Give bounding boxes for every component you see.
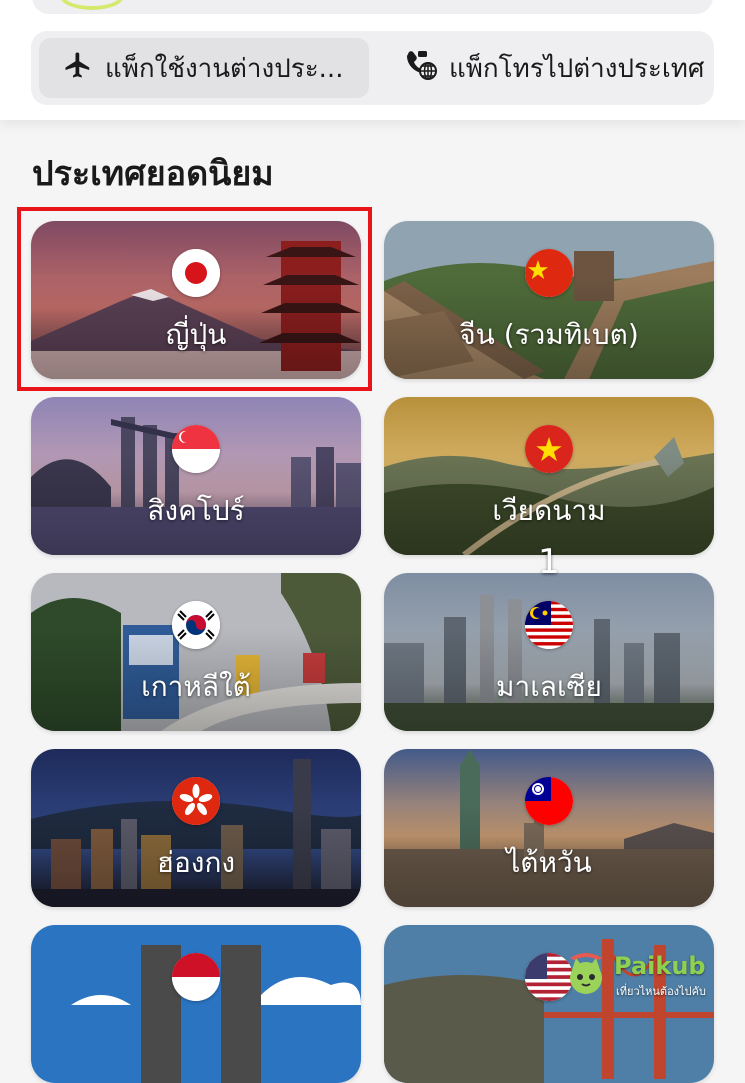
country-card-china[interactable]: จีน (รวมทิเบต) [384,221,714,379]
country-card-korea[interactable]: เกาหลีใต้ [31,573,361,731]
watermark-tagline: เที่ยวไหนต้องไปคับ [616,985,706,998]
country-name: จีน (รวมทิเบต) [459,318,639,351]
country-card-indonesia[interactable] [31,925,361,1083]
country-name: ไต้หวัน [506,846,592,879]
hk-flag-icon [172,777,220,825]
my-flag-icon [525,601,573,649]
tab-call-pack[interactable]: แพ็กโทรไปต่างประเทศ [377,38,707,98]
country-name: สิงคโปร์ [147,494,245,527]
step-marker: 1 [538,542,560,582]
search-bar-remnant[interactable] [32,0,713,14]
tab-travel-label: แพ็กใช้งานต่างประ... [105,53,344,84]
cat-logo-icon [570,953,602,994]
country-name: เวียดนาม [492,494,606,527]
country-card-taiwan[interactable]: ไต้หวัน [384,749,714,907]
country-card-malaysia[interactable]: มาเลเซีย [384,573,714,731]
section-title: ประเทศยอดนิยม [32,154,274,194]
country-name: เกาหลีใต้ [141,670,251,703]
country-name: มาเลเซีย [496,670,602,703]
country-card-hongkong[interactable]: ฮ่องกง [31,749,361,907]
tab-call-label: แพ็กโทรไปต่างประเทศ [449,53,705,84]
sg-flag-icon [172,425,220,473]
tab-travel-pack[interactable]: แพ็กใช้งานต่างประ... [39,38,369,98]
top-panel: แพ็กใช้งานต่างประ... แพ็กโทรไปต่างประเทศ [0,0,745,120]
airplane-icon [63,50,93,87]
jp-flag-icon [172,249,220,297]
country-name: ญี่ปุ่น [165,318,227,351]
country-card-singapore[interactable]: สิงคโปร์ [31,397,361,555]
id-flag-icon [172,953,220,1001]
vn-flag-icon [525,425,573,473]
country-card-japan[interactable]: ญี่ปุ่น [31,221,361,379]
watermark-brand: Paikub [614,952,706,980]
paikub-watermark: Paikub เที่ยวไหนต้องไปคับ [562,944,732,1004]
country-card-vietnam[interactable]: เวียดนาม [384,397,714,555]
tw-flag-icon [525,777,573,825]
country-name: ฮ่องกง [156,846,236,879]
pack-type-segmented-control: แพ็กใช้งานต่างประ... แพ็กโทรไปต่างประเทศ [31,31,714,105]
phone-globe-icon [403,49,437,88]
kr-flag-icon [172,601,220,649]
cn-flag-icon [525,249,573,297]
indonesia-scenery [31,925,361,1083]
